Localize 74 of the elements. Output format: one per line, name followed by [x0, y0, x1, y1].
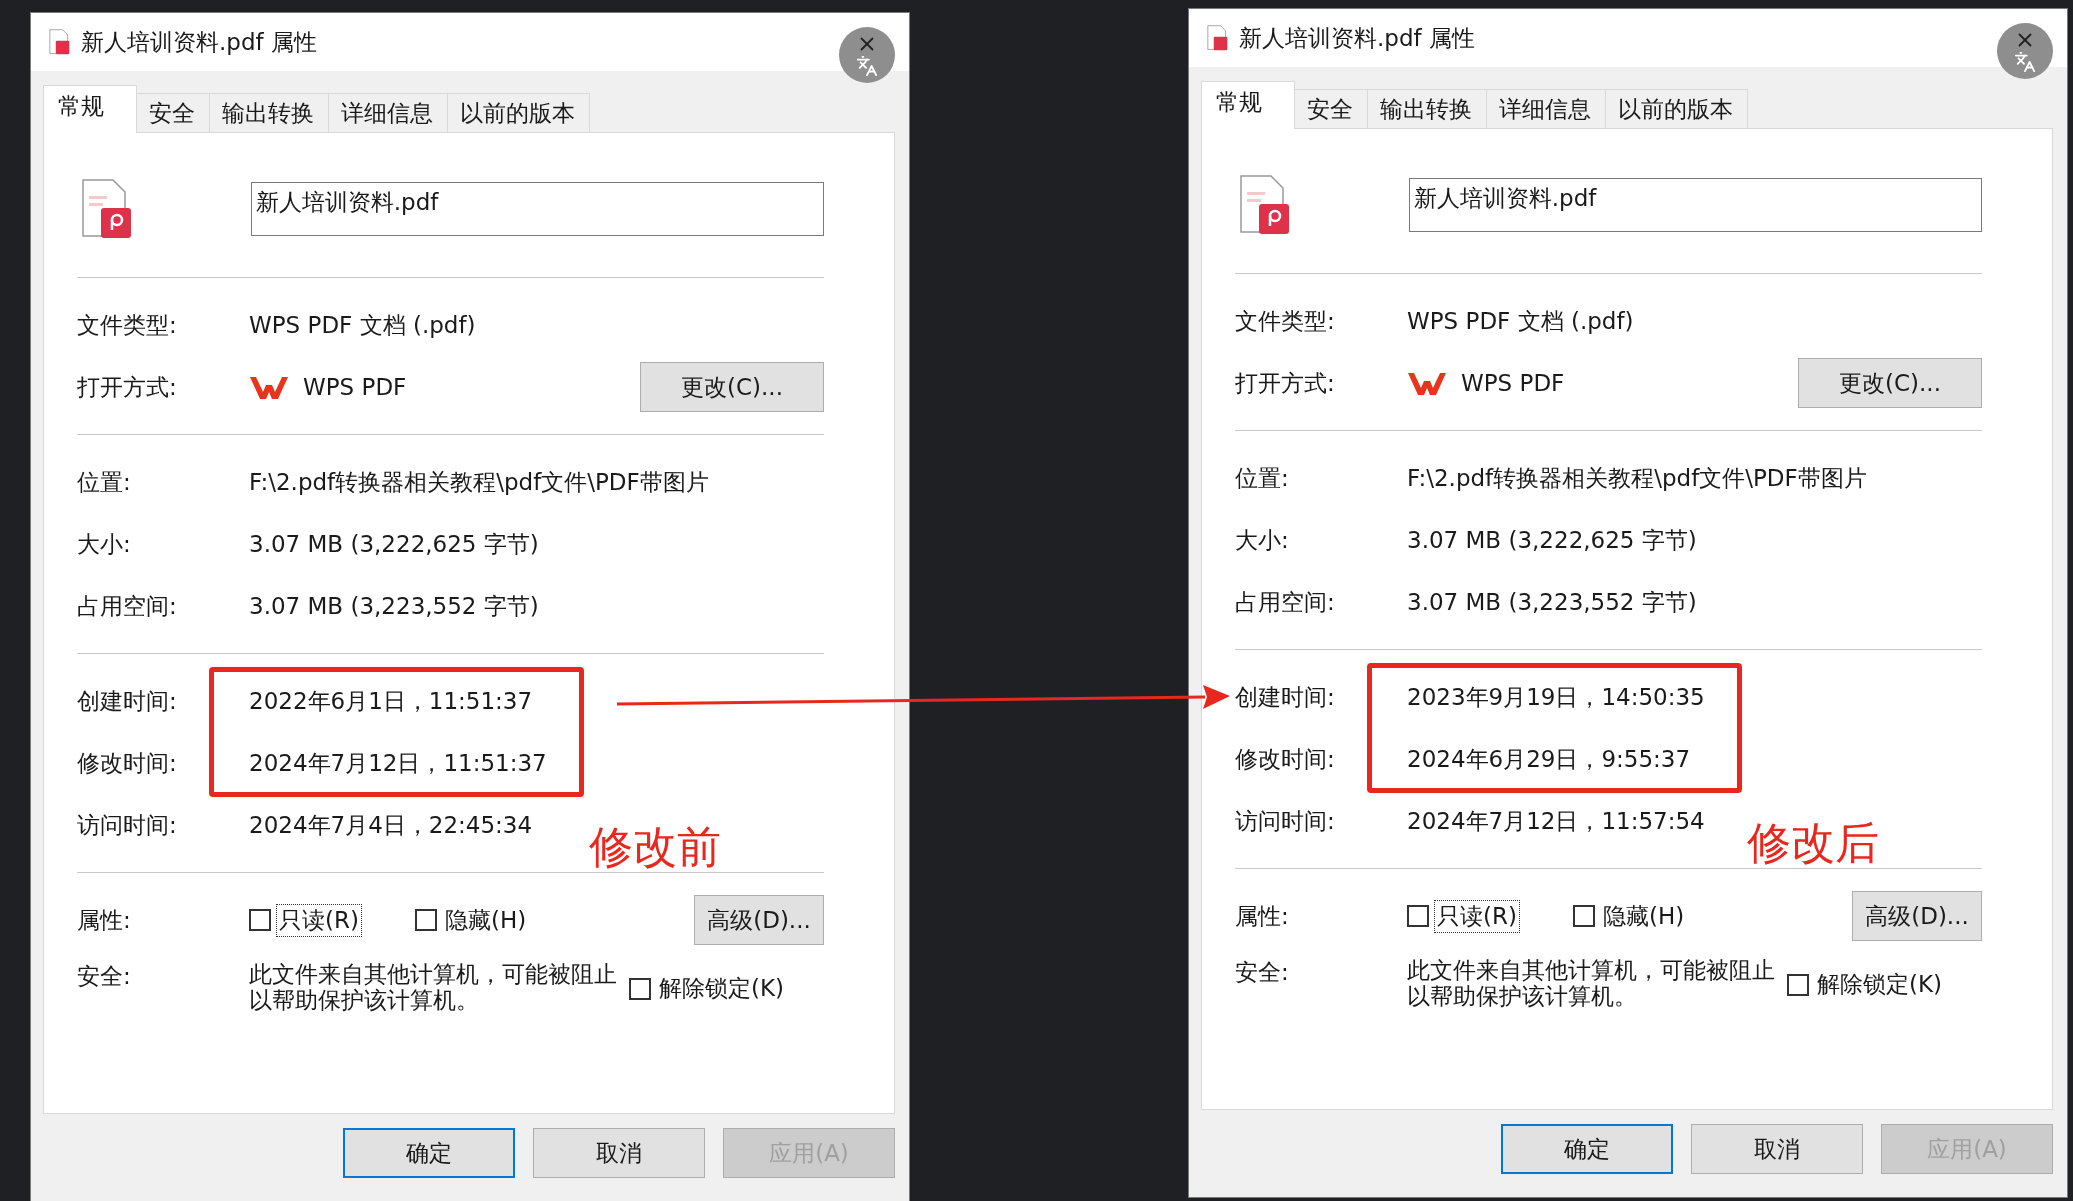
- field-value: WPS PDF 文档 (.pdf): [249, 310, 476, 340]
- field-value: 2024年7月12日，11:51:37: [249, 748, 547, 778]
- pdf-file-icon: [81, 178, 133, 240]
- field-label: 文件类型:: [77, 310, 178, 340]
- change-button[interactable]: 更改(C)...: [1798, 358, 1982, 408]
- window-title: 新人培训资料.pdf 属性: [1239, 23, 1475, 53]
- tab[interactable]: 常规: [43, 85, 137, 133]
- field-value: F:\2.pdf转换器相关教程\pdf文件\PDF带图片: [1407, 463, 1867, 493]
- checkbox[interactable]: [1787, 973, 1809, 996]
- security-text: 此文件来自其他计算机，可能被阻止以帮助保护该计算机。: [249, 961, 617, 1014]
- field-label: 创建时间:: [1235, 682, 1336, 712]
- field-label: 位置:: [77, 467, 132, 497]
- tab[interactable]: 以前的版本: [447, 93, 590, 133]
- field-value: 2023年9月19日，14:50:35: [1407, 682, 1705, 712]
- checkbox-label[interactable]: 解除锁定(K): [1815, 969, 1945, 1000]
- field-label: 打开方式:: [1235, 368, 1336, 398]
- checkbox[interactable]: [414, 909, 437, 931]
- field-value: F:\2.pdf转换器相关教程\pdf文件\PDF带图片: [249, 467, 709, 497]
- checkbox-label[interactable]: 解除锁定(K): [657, 973, 787, 1004]
- field-value: 3.07 MB (3,222,625 字节): [249, 529, 539, 559]
- file-name-field[interactable]: 新人培训资料.pdf: [250, 182, 824, 236]
- checkbox-label[interactable]: 只读(R): [277, 904, 361, 936]
- dialog-button[interactable]: 取消: [1691, 1124, 1863, 1174]
- checkbox-label[interactable]: 隐藏(H): [1600, 900, 1687, 932]
- field-label: 属性:: [77, 905, 132, 935]
- field-value: 2024年7月12日，11:57:54: [1407, 806, 1705, 836]
- field-label: 属性:: [1235, 901, 1290, 931]
- field-value: 2024年6月29日，9:55:37: [1407, 744, 1691, 774]
- dialog-button[interactable]: 确定: [1501, 1124, 1673, 1174]
- translate-icon: [856, 55, 878, 77]
- checkbox[interactable]: [629, 977, 651, 1000]
- field-label: 占用空间:: [77, 591, 178, 621]
- tab[interactable]: 以前的版本: [1605, 89, 1748, 129]
- pdf-file-icon: [1207, 24, 1229, 52]
- field-label: 安全:: [1235, 958, 1290, 987]
- advanced-button[interactable]: 高级(D)...: [1852, 891, 1982, 941]
- pdf-file-icon: [1239, 174, 1291, 236]
- field-label: 大小:: [77, 529, 132, 559]
- dialog-button[interactable]: 取消: [533, 1128, 705, 1178]
- checkbox-label[interactable]: 只读(R): [1435, 900, 1519, 932]
- field-label: 位置:: [1235, 463, 1290, 493]
- checkbox-label[interactable]: 隐藏(H): [442, 904, 529, 936]
- field-label: 修改时间:: [1235, 744, 1336, 774]
- field-label: 占用空间:: [1235, 587, 1336, 617]
- checkbox[interactable]: [249, 909, 271, 931]
- translate-icon: [2014, 51, 2036, 73]
- field-value: WPS PDF 文档 (.pdf): [1407, 306, 1634, 336]
- advanced-button[interactable]: 高级(D)...: [694, 895, 824, 945]
- field-value: 3.07 MB (3,223,552 字节): [249, 591, 539, 621]
- field-label: 访问时间:: [77, 810, 178, 840]
- security-text: 此文件来自其他计算机，可能被阻止以帮助保护该计算机。: [1407, 957, 1775, 1010]
- field-value: 3.07 MB (3,222,625 字节): [1407, 525, 1697, 555]
- field-value: 3.07 MB (3,223,552 字节): [1407, 587, 1697, 617]
- checkbox[interactable]: [1572, 905, 1595, 927]
- tab[interactable]: 常规: [1201, 81, 1295, 129]
- field-label: 文件类型:: [1235, 306, 1336, 336]
- field-value: WPS PDF: [303, 374, 407, 400]
- pdf-file-icon: [49, 28, 71, 56]
- checkbox[interactable]: [1407, 905, 1429, 927]
- dialog-button[interactable]: 确定: [343, 1128, 515, 1178]
- field-label: 访问时间:: [1235, 806, 1336, 836]
- annotation-label: 修改后: [1747, 816, 1879, 870]
- field-label: 创建时间:: [77, 686, 178, 716]
- field-label: 大小:: [1235, 525, 1290, 555]
- field-value: 2022年6月1日，11:51:37: [249, 686, 533, 716]
- field-label: 打开方式:: [77, 372, 178, 402]
- field-value: 2024年7月4日，22:45:34: [249, 810, 533, 840]
- window-title: 新人培训资料.pdf 属性: [81, 27, 317, 57]
- change-button[interactable]: 更改(C)...: [640, 362, 824, 412]
- field-label: 安全:: [77, 962, 132, 991]
- field-label: 修改时间:: [77, 748, 178, 778]
- field-value: WPS PDF: [1461, 370, 1565, 396]
- file-name-field[interactable]: 新人培训资料.pdf: [1408, 178, 1982, 232]
- annotation-label: 修改前: [589, 820, 721, 874]
